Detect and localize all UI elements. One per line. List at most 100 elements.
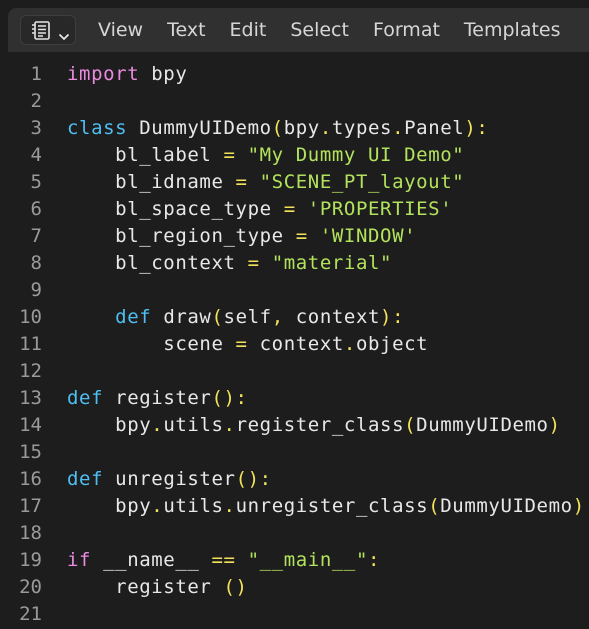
header-menu: View Text Edit Select Format Templates — [98, 8, 573, 52]
line-number: 6 — [30, 198, 42, 220]
code-line[interactable]: 4 bl_label = "My Dummy UI Demo" — [8, 142, 589, 169]
code-line[interactable]: 7 bl_region_type = 'WINDOW' — [8, 223, 589, 250]
code-line[interactable]: 8 bl_context = "material" — [8, 250, 589, 277]
menu-view[interactable]: View — [98, 8, 155, 52]
code-token: "My Dummy UI Demo" — [247, 144, 465, 166]
code-token: bl_label — [67, 144, 224, 166]
code-token: bl_idname — [67, 171, 236, 193]
code-line[interactable]: 15 — [8, 439, 589, 466]
code-text: bl_label = "My Dummy UI Demo" — [67, 142, 464, 169]
menu-format[interactable]: Format — [361, 8, 452, 52]
code-token: ): — [464, 117, 489, 139]
code-token: ( — [211, 306, 224, 328]
code-token: draw — [151, 306, 212, 328]
code-token: (): — [211, 387, 248, 409]
code-text: bpy.utils.register_class(DummyUIDemo) — [67, 412, 561, 439]
code-line[interactable]: 3 class DummyUIDemo(bpy.types.Panel): — [8, 115, 589, 142]
line-number: 15 — [19, 441, 42, 463]
code-token: register — [67, 576, 224, 598]
code-token: . — [319, 117, 332, 139]
line-number: 10 — [19, 306, 42, 328]
code-token: scene — [67, 333, 236, 355]
code-editor-area[interactable]: 1 import bpy 2 3 class DummyUIDemo(bpy.types… — [8, 52, 589, 629]
code-text: import bpy — [67, 61, 187, 88]
code-line[interactable]: 11 scene = context.object — [8, 331, 589, 358]
code-token: 'WINDOW' — [319, 225, 417, 247]
code-line[interactable]: 19 if __name__ == "__main__": — [8, 547, 589, 574]
code-text: if __name__ == "__main__": — [67, 547, 380, 574]
code-text: scene = context.object — [67, 331, 428, 358]
code-token: = — [235, 171, 248, 193]
menu-templates[interactable]: Templates — [452, 8, 573, 52]
code-line[interactable]: 6 bl_space_type = 'PROPERTIES' — [8, 196, 589, 223]
line-number: 16 — [19, 468, 42, 490]
code-token: utils — [163, 495, 224, 517]
code-line[interactable]: 10 def draw(self, context): — [8, 304, 589, 331]
code-line[interactable]: 12 — [8, 358, 589, 385]
code-line[interactable]: 21 — [8, 601, 589, 628]
code-token: register — [103, 387, 212, 409]
code-line[interactable]: 13 def register(): — [8, 385, 589, 412]
code-line[interactable]: 16 def unregister(): — [8, 466, 589, 493]
line-number: 14 — [19, 414, 42, 436]
code-line[interactable]: 9 — [8, 277, 589, 304]
code-token: bpy — [67, 414, 152, 436]
code-token: = — [247, 252, 260, 274]
code-token: ( — [271, 117, 284, 139]
line-number: 19 — [19, 549, 42, 571]
code-token: , — [271, 306, 284, 328]
menu-select[interactable]: Select — [278, 8, 361, 52]
line-number: 7 — [30, 225, 42, 247]
code-text: bl_context = "material" — [67, 250, 392, 277]
code-line[interactable]: 17 bpy.utils.unregister_class(DummyUIDem… — [8, 493, 589, 520]
code-token: ) — [572, 495, 585, 517]
code-token: ( — [428, 495, 441, 517]
code-token: if — [67, 549, 92, 571]
line-number: 20 — [19, 576, 42, 598]
code-token: def — [67, 387, 104, 409]
code-token: = — [283, 198, 296, 220]
code-text: def register(): — [67, 385, 248, 412]
code-token: context — [283, 306, 381, 328]
code-line[interactable]: 20 register () — [8, 574, 589, 601]
code-token: DummyUIDemo — [440, 495, 573, 517]
line-number: 5 — [30, 171, 42, 193]
code-token: "SCENE_PT_layout" — [259, 171, 465, 193]
code-token: (): — [235, 468, 272, 490]
code-text: bl_space_type = 'PROPERTIES' — [67, 196, 452, 223]
code-token: ) — [548, 414, 561, 436]
code-line[interactable]: 18 — [8, 520, 589, 547]
code-token: = — [235, 333, 248, 355]
line-number: 21 — [19, 603, 42, 625]
code-token: bl_space_type — [67, 198, 284, 220]
code-text: def draw(self, context): — [67, 304, 404, 331]
code-token: register_class — [235, 414, 405, 436]
code-token: bl_context — [67, 252, 248, 274]
menu-text[interactable]: Text — [155, 8, 217, 52]
editor-type-selector[interactable] — [20, 15, 76, 45]
menu-edit[interactable]: Edit — [218, 8, 279, 52]
code-token: 'PROPERTIES' — [307, 198, 453, 220]
line-number: 18 — [19, 522, 42, 544]
code-text: class DummyUIDemo(bpy.types.Panel): — [67, 115, 488, 142]
code-token: bpy — [67, 495, 152, 517]
code-text: register () — [67, 574, 248, 601]
code-token: : — [367, 549, 381, 571]
line-number: 2 — [30, 90, 42, 112]
code-token: . — [223, 495, 236, 517]
code-line[interactable]: 2 — [8, 88, 589, 115]
code-token: unregister_class — [235, 495, 429, 517]
code-token: "__main__" — [247, 549, 368, 571]
line-number: 12 — [19, 360, 42, 382]
code-line[interactable]: 5 bl_idname = "SCENE_PT_layout" — [8, 169, 589, 196]
code-token: = — [295, 225, 308, 247]
code-token: . — [392, 117, 405, 139]
code-token: bpy — [283, 117, 320, 139]
code-token: == — [211, 549, 236, 571]
code-line[interactable]: 14 bpy.utils.register_class(DummyUIDemo) — [8, 412, 589, 439]
code-token: DummyUIDemo — [127, 117, 272, 139]
code-line[interactable]: 1 import bpy — [8, 61, 589, 88]
